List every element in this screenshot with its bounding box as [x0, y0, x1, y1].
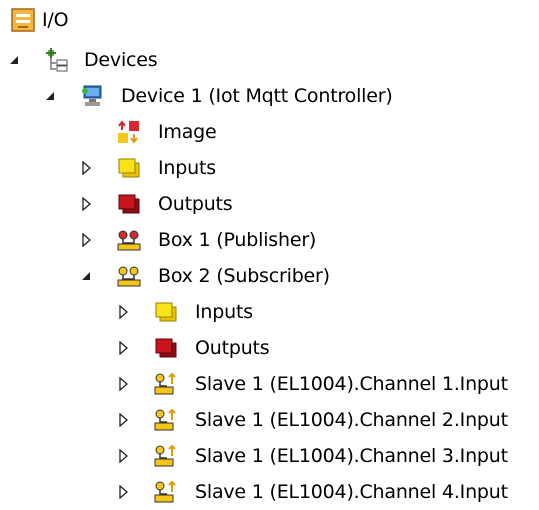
tree-node-label: Outputs [158, 193, 233, 215]
tree-node-box-2-outputs[interactable]: Outputs [0, 330, 539, 366]
tree-node-device-1[interactable]: Device 1 (Iot Mqtt Controller) [0, 78, 539, 114]
inputs-icon [116, 155, 142, 181]
tree-node-label: Slave 1 (EL1004).Channel 3.Input [195, 445, 508, 467]
variable-input-icon [153, 479, 179, 505]
variable-input-icon [153, 443, 179, 469]
tree-node-label: Image [158, 121, 217, 143]
tree-node-inputs[interactable]: Inputs [0, 150, 539, 186]
expand-arrow-icon[interactable] [113, 330, 133, 366]
collapse-arrow-icon[interactable] [4, 42, 24, 78]
collapse-arrow-icon[interactable] [76, 258, 96, 294]
tree-node-box-2-inputs[interactable]: Inputs [0, 294, 539, 330]
expand-arrow-icon[interactable] [113, 294, 133, 330]
network-device-icon [80, 83, 106, 109]
outputs-icon [116, 191, 142, 217]
tree-node-label: Device 1 (Iot Mqtt Controller) [121, 85, 393, 107]
image-icon [116, 119, 142, 145]
tree-node-label: Devices [84, 49, 158, 71]
tree-node-channel-1-input[interactable]: Slave 1 (EL1004).Channel 1.Input [0, 366, 539, 402]
expand-arrow-icon[interactable] [76, 186, 96, 222]
collapse-arrow-icon[interactable] [40, 78, 60, 114]
tree-node-label: Slave 1 (EL1004).Channel 2.Input [195, 409, 508, 431]
tree-node-label: Outputs [195, 337, 270, 359]
tree-node-box-1[interactable]: Box 1 (Publisher) [0, 222, 539, 258]
io-folder-icon [10, 7, 36, 33]
tree-node-box-2[interactable]: Box 2 (Subscriber) [0, 258, 539, 294]
tree-node-label: Slave 1 (EL1004).Channel 4.Input [195, 481, 508, 503]
variable-input-icon [153, 407, 179, 433]
tree-node-channel-4-input[interactable]: Slave 1 (EL1004).Channel 4.Input [0, 474, 539, 510]
box-icon [116, 227, 142, 253]
tree-node-image[interactable]: Image [0, 114, 539, 150]
expand-arrow-icon[interactable] [113, 474, 133, 510]
tree-node-label: Box 2 (Subscriber) [158, 265, 330, 287]
tree-node-devices[interactable]: Devices [0, 42, 539, 78]
devices-icon [45, 47, 71, 73]
io-tree-view: I/O Devices Device 1 (Iot Mqtt Controlle… [0, 0, 539, 509]
variable-input-icon [153, 371, 179, 397]
tree-node-label: Box 1 (Publisher) [158, 229, 317, 251]
box-icon [116, 263, 142, 289]
tree-node-label: I/O [42, 9, 69, 31]
expand-arrow-icon[interactable] [76, 150, 96, 186]
tree-node-outputs[interactable]: Outputs [0, 186, 539, 222]
expand-arrow-icon[interactable] [113, 402, 133, 438]
expand-arrow-icon[interactable] [113, 438, 133, 474]
tree-node-channel-2-input[interactable]: Slave 1 (EL1004).Channel 2.Input [0, 402, 539, 438]
tree-node-label: Slave 1 (EL1004).Channel 1.Input [195, 373, 508, 395]
tree-node-channel-3-input[interactable]: Slave 1 (EL1004).Channel 3.Input [0, 438, 539, 474]
inputs-icon [153, 299, 179, 325]
tree-node-io[interactable]: I/O [0, 2, 539, 38]
expand-arrow-icon[interactable] [113, 366, 133, 402]
tree-node-label: Inputs [195, 301, 253, 323]
expand-arrow-icon[interactable] [76, 222, 96, 258]
outputs-icon [153, 335, 179, 361]
tree-node-label: Inputs [158, 157, 216, 179]
